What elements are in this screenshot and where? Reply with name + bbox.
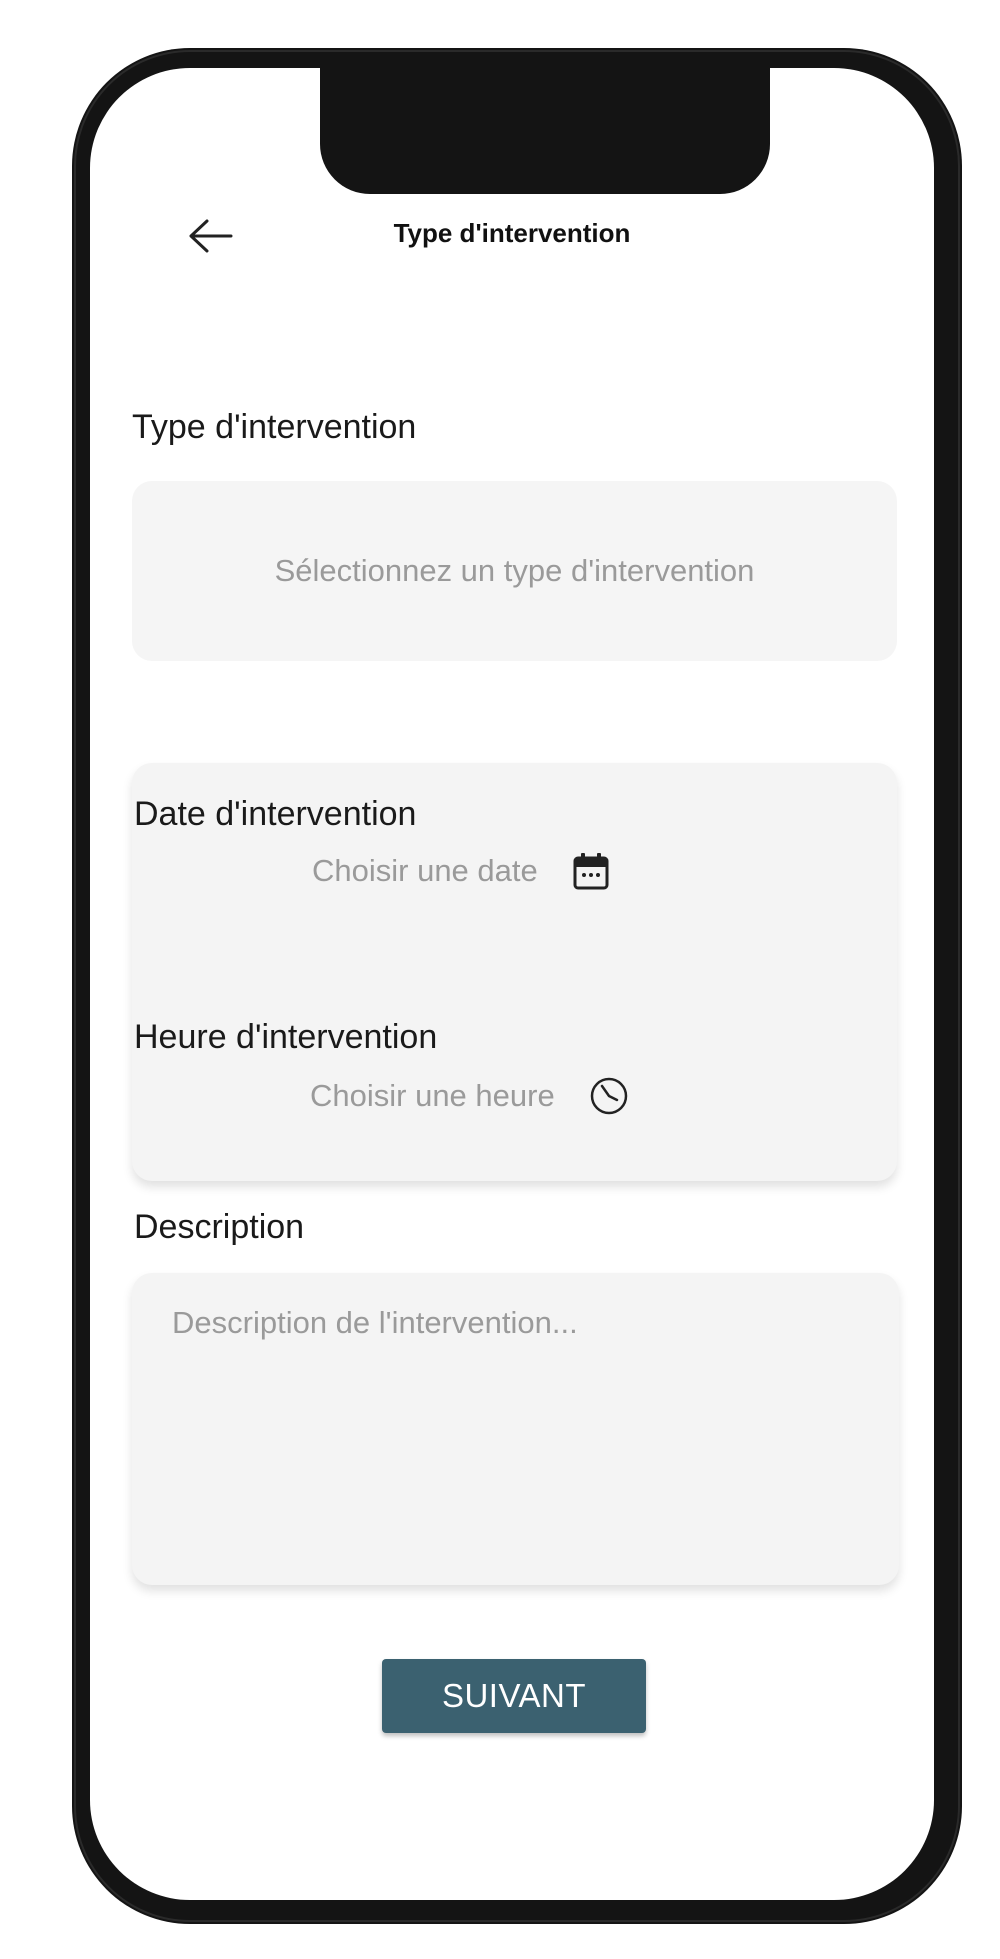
intervention-type-placeholder: Sélectionnez un type d'intervention xyxy=(274,553,755,588)
page-title: Type d'intervention xyxy=(393,218,631,248)
datetime-card: Date d'intervention Choisir une date Heu… xyxy=(132,763,897,1181)
app-screen: Type d'intervention Type d'intervention … xyxy=(90,68,934,1900)
description-label: Description xyxy=(134,1208,305,1246)
calendar-icon xyxy=(573,853,609,890)
clock-icon xyxy=(590,1077,627,1115)
description-textarea[interactable] xyxy=(172,1305,859,1553)
phone-notch xyxy=(320,68,770,194)
next-button[interactable]: SUIVANT xyxy=(382,1659,646,1733)
date-label: Date d'intervention xyxy=(134,795,417,833)
time-label: Heure d'intervention xyxy=(134,1018,438,1056)
description-field[interactable] xyxy=(132,1273,899,1585)
date-placeholder: Choisir une date xyxy=(312,853,538,888)
phone-frame: Type d'intervention Type d'intervention … xyxy=(72,48,962,1924)
type-label: Type d'intervention xyxy=(132,408,417,446)
time-placeholder: Choisir une heure xyxy=(310,1078,555,1113)
intervention-type-select[interactable]: Sélectionnez un type d'intervention xyxy=(132,481,897,661)
date-picker[interactable]: Choisir une date xyxy=(312,851,610,891)
time-picker[interactable]: Choisir une heure xyxy=(310,1076,629,1116)
